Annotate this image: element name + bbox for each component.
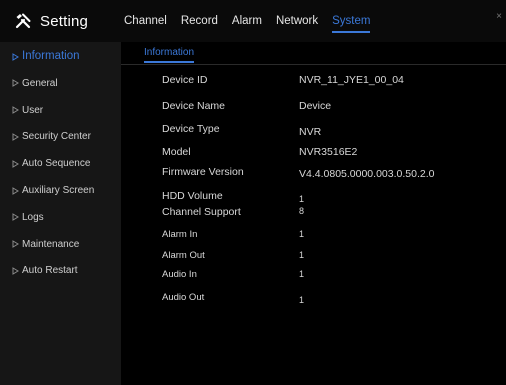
top-nav: Channel Record Alarm Network System <box>124 0 384 42</box>
info-row-alarm-in: Alarm In 1 <box>162 229 502 243</box>
info-label: HDD Volume <box>162 190 223 202</box>
info-label: Device Name <box>162 100 226 112</box>
sidebar-item-information[interactable]: Information <box>0 42 121 70</box>
info-label: Device ID <box>162 74 208 86</box>
info-value: 8 <box>299 206 305 216</box>
info-value: NVR3516E2 <box>299 146 358 158</box>
sidebar-item-auto-restart[interactable]: Auto Restart <box>0 258 121 285</box>
info-value: 1 <box>299 194 305 204</box>
arrow-right-icon <box>12 240 19 249</box>
info-row-device-name: Device Name Device <box>162 100 502 114</box>
info-row-alarm-out: Alarm Out 1 <box>162 250 502 264</box>
sidebar-item-label: General <box>22 77 58 89</box>
info-label: Audio Out <box>162 292 205 303</box>
info-label: Alarm Out <box>162 250 205 261</box>
sidebar-item-label: Logs <box>22 211 44 223</box>
arrow-right-icon <box>12 213 19 222</box>
sidebar: Information General User Security Center… <box>0 42 121 385</box>
sidebar-item-label: Security Center <box>22 131 91 143</box>
main-panel: Information Device ID NVR_11_JYE1_00_04 … <box>121 42 506 385</box>
info-row-hdd-volume: HDD Volume 1 <box>162 190 502 204</box>
sidebar-item-label: Auxiliary Screen <box>22 185 95 197</box>
info-row-channel-support: Channel Support 8 <box>162 206 502 220</box>
sidebar-item-maintenance[interactable]: Maintenance <box>0 231 121 258</box>
brand: Setting <box>14 9 88 33</box>
top-bar: Setting Channel Record Alarm Network Sys… <box>0 0 506 42</box>
info-value: 1 <box>299 250 305 260</box>
sidebar-item-label: Maintenance <box>22 238 80 250</box>
info-value: 1 <box>299 269 305 279</box>
info-value: 1 <box>299 229 305 239</box>
arrow-right-icon <box>12 106 19 115</box>
sidebar-item-auxiliary-screen[interactable]: Auxiliary Screen <box>0 177 121 204</box>
sidebar-item-security-center[interactable]: Security Center <box>0 124 121 151</box>
info-label: Device Type <box>162 123 220 135</box>
info-value: NVR_11_JYE1_00_04 <box>299 74 404 86</box>
info-value: V4.4.0805.0000.003.0.50.2.0 <box>299 168 435 180</box>
info-row-audio-out: Audio Out 1 <box>162 292 502 306</box>
info-label: Alarm In <box>162 229 198 240</box>
sidebar-item-label: Auto Sequence <box>22 158 91 170</box>
sidebar-item-user[interactable]: User <box>0 97 121 124</box>
info-row-firmware-version: Firmware Version V4.4.0805.0000.003.0.50… <box>162 166 502 180</box>
info-label: Model <box>162 146 191 158</box>
setting-window: Setting Channel Record Alarm Network Sys… <box>0 0 506 385</box>
arrow-right-icon <box>12 267 19 275</box>
tab-system[interactable]: System <box>332 11 371 33</box>
info-row-device-type: Device Type NVR <box>162 123 502 138</box>
info-label: Channel Support <box>162 206 241 218</box>
arrow-right-icon <box>12 159 19 168</box>
tab-channel[interactable]: Channel <box>124 11 167 31</box>
sidebar-item-general[interactable]: General <box>0 70 121 97</box>
subtab-bar: Information <box>121 42 506 66</box>
info-value: NVR <box>299 126 322 138</box>
sidebar-item-label: Information <box>22 50 80 62</box>
info-label: Firmware Version <box>162 166 244 178</box>
tab-record[interactable]: Record <box>181 11 218 31</box>
arrow-right-icon <box>12 52 19 61</box>
sidebar-item-auto-sequence[interactable]: Auto Sequence <box>0 150 121 177</box>
arrow-right-icon <box>12 79 19 88</box>
sidebar-item-label: Auto Restart <box>22 265 78 277</box>
info-value: 1 <box>299 295 305 305</box>
arrow-right-icon <box>12 133 19 141</box>
info-row-device-id: Device ID NVR_11_JYE1_00_04 <box>162 74 502 88</box>
sidebar-item-label: User <box>22 104 44 116</box>
info-value: Device <box>299 100 332 112</box>
divider <box>121 64 506 65</box>
info-row-model: Model NVR3516E2 <box>162 146 502 160</box>
info-label: Audio In <box>162 269 197 280</box>
tools-icon <box>14 12 32 30</box>
sidebar-item-logs[interactable]: Logs <box>0 204 121 231</box>
subtab-information[interactable]: Information <box>144 47 195 63</box>
close-icon[interactable]: × <box>494 12 504 22</box>
tab-alarm[interactable]: Alarm <box>232 11 262 31</box>
tab-network[interactable]: Network <box>276 11 318 31</box>
window-title: Setting <box>40 12 89 30</box>
info-row-audio-in: Audio In 1 <box>162 269 502 283</box>
arrow-right-icon <box>12 186 19 195</box>
